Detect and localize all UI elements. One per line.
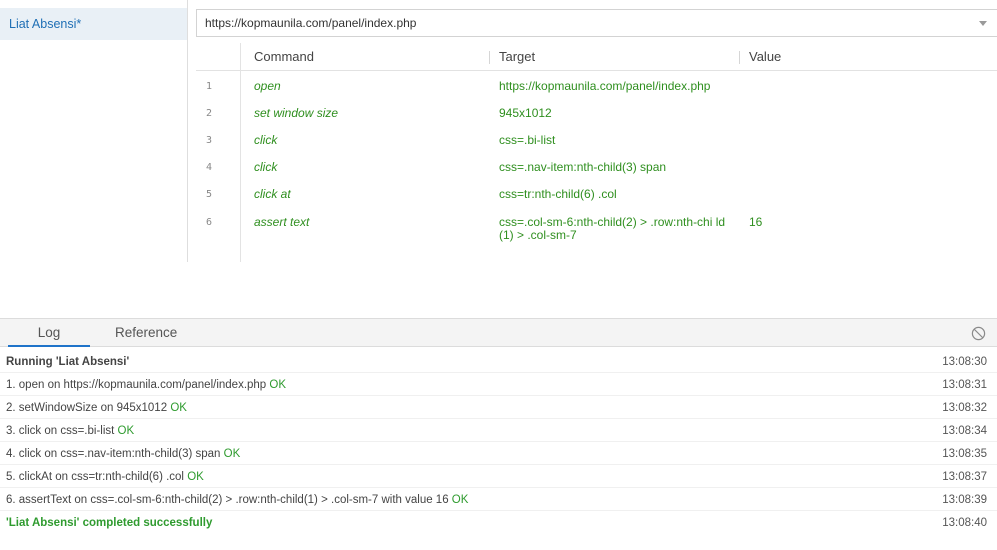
log-tabbar: Log Reference (0, 318, 997, 347)
log-time: 13:08:39 (942, 494, 987, 506)
log-message: 1. open on https://kopmaunila.com/panel/… (6, 379, 287, 391)
test-item-liat-absensi[interactable]: Liat Absensi* (0, 8, 187, 40)
row-number: 5 (206, 189, 213, 200)
tab-log[interactable]: Log (8, 319, 90, 347)
log-panel: Log Reference Running 'Liat Absensi' 13:… (0, 318, 997, 550)
column-separator (739, 51, 740, 64)
command-row[interactable]: 6 assert text css=.col-sm-6:nth-child(2)… (196, 209, 997, 249)
base-url-value: https://kopmaunila.com/panel/index.php (205, 16, 417, 30)
row-target: css=tr:nth-child(6) .col (499, 187, 617, 201)
log-entry: 3. click on css=.bi-list OK 13:08:34 (0, 420, 997, 442)
row-command: open (254, 79, 281, 93)
command-row[interactable]: 3 click css=.bi-list (196, 127, 997, 154)
row-number: 1 (206, 81, 213, 92)
log-ok-status: OK (223, 448, 241, 460)
log-entry: Running 'Liat Absensi' 13:08:30 (0, 351, 997, 373)
log-message: 4. click on css=.nav-item:nth-child(3) s… (6, 448, 241, 460)
dropdown-caret-icon[interactable] (979, 21, 987, 26)
row-target: css=.nav-item:nth-child(3) span (499, 160, 667, 174)
row-number: 6 (206, 217, 213, 228)
command-row[interactable]: 1 open https://kopmaunila.com/panel/inde… (196, 73, 997, 100)
row-value: 16 (749, 215, 763, 229)
row-command: click at (254, 187, 291, 201)
log-time: 13:08:31 (942, 379, 987, 391)
log-ok-status: OK (170, 402, 187, 414)
log-message: 5. clickAt on css=tr:nth-child(6) .col O… (6, 471, 204, 483)
commands-table-header: Command Target Value (196, 43, 997, 71)
row-command: click (254, 160, 278, 174)
command-row[interactable]: 5 click at css=tr:nth-child(6) .col (196, 181, 997, 208)
log-time: 13:08:34 (942, 425, 987, 437)
header-value: Value (749, 49, 782, 64)
log-message: 3. click on css=.bi-list OK (6, 425, 135, 437)
row-command: assert text (254, 215, 310, 229)
log-ok-status: OK (187, 471, 204, 483)
log-message: 6. assertText on css=.col-sm-6:nth-child… (6, 494, 469, 506)
row-target: css=.col-sm-6:nth-child(2) > .row:nth-ch… (499, 215, 726, 242)
row-target: css=.bi-list (499, 133, 556, 147)
column-separator (489, 51, 490, 64)
log-time: 13:08:40 (942, 517, 987, 529)
row-command: click (254, 133, 278, 147)
log-time: 13:08:30 (942, 356, 987, 368)
log-entry-success: 'Liat Absensi' completed successfully 13… (0, 512, 997, 534)
log-entry: 6. assertText on css=.col-sm-6:nth-child… (0, 489, 997, 511)
log-message: 'Liat Absensi' completed successfully (6, 517, 213, 529)
row-target: 945x1012 (499, 106, 552, 120)
header-command: Command (254, 49, 314, 64)
log-ok-status: OK (269, 379, 287, 391)
command-row[interactable]: 2 set window size 945x1012 (196, 100, 997, 127)
log-message: Running 'Liat Absensi' (6, 356, 130, 368)
log-time: 13:08:37 (942, 471, 987, 483)
row-target: https://kopmaunila.com/panel/index.php (499, 79, 711, 93)
log-entry: 5. clickAt on css=tr:nth-child(6) .col O… (0, 466, 997, 488)
row-number: 4 (206, 162, 213, 173)
log-entry: 2. setWindowSize on 945x1012 OK 13:08:32 (0, 397, 997, 419)
log-ok-status: OK (117, 425, 135, 437)
log-ok-status: OK (451, 494, 469, 506)
log-entry: 1. open on https://kopmaunila.com/panel/… (0, 374, 997, 396)
command-row[interactable]: 4 click css=.nav-item:nth-child(3) span (196, 154, 997, 181)
commands-table: Command Target Value 1 open https://kopm… (196, 43, 997, 262)
log-message: 2. setWindowSize on 945x1012 OK (6, 402, 187, 414)
row-command: set window size (254, 106, 339, 120)
clear-log-icon[interactable] (971, 326, 986, 341)
log-time: 13:08:32 (942, 402, 987, 414)
test-list: Liat Absensi* (0, 0, 188, 262)
header-target: Target (499, 49, 536, 64)
base-url-select[interactable]: https://kopmaunila.com/panel/index.php (196, 9, 997, 37)
log-time: 13:08:35 (942, 448, 987, 460)
tab-reference[interactable]: Reference (115, 319, 177, 347)
log-entry: 4. click on css=.nav-item:nth-child(3) s… (0, 443, 997, 465)
row-number: 2 (206, 108, 213, 119)
row-number: 3 (206, 135, 213, 146)
